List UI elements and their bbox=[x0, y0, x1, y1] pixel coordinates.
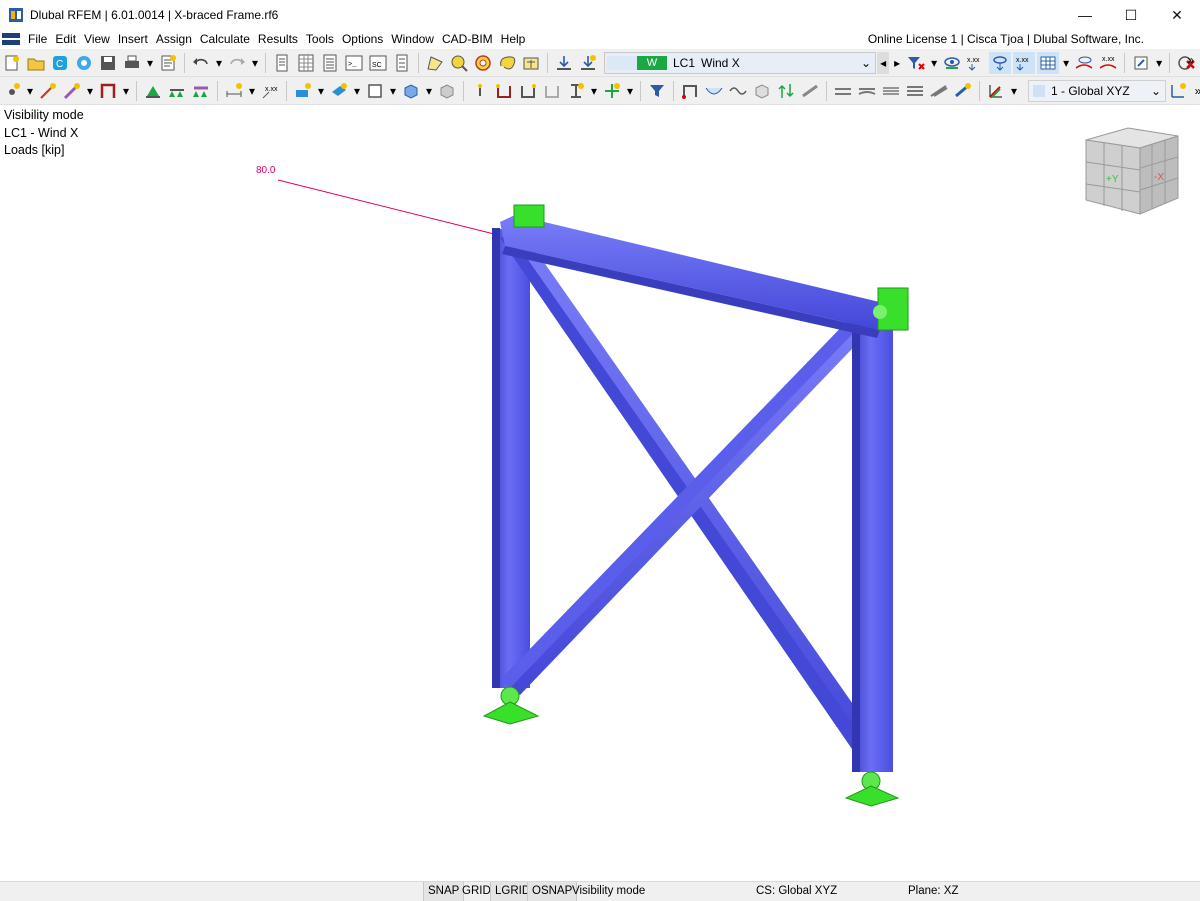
left-column-flange bbox=[492, 228, 500, 688]
brace-right-left-shade bbox=[500, 310, 866, 688]
support-top-right-ball bbox=[873, 305, 887, 319]
view-cube[interactable]: +Y -X bbox=[1082, 126, 1182, 218]
status-work-plane: Plane: XZ bbox=[904, 882, 963, 901]
support-bottom-left[interactable] bbox=[484, 702, 538, 724]
load-arrow bbox=[278, 180, 502, 236]
support-top-left[interactable] bbox=[514, 205, 544, 227]
load-value-label: 80.0 bbox=[256, 165, 276, 176]
frame-model-graphic[interactable]: 80.0 bbox=[0, 0, 1200, 900]
status-mode: Visibility mode bbox=[568, 882, 649, 901]
status-coordinate-system: CS: Global XYZ bbox=[752, 882, 841, 901]
view-cube-minus-x: -X bbox=[1154, 172, 1164, 183]
right-column-flange bbox=[852, 308, 860, 772]
support-bottom-right[interactable] bbox=[846, 786, 898, 806]
status-bar: SNAP GRID LGRID OSNAP Visibility mode CS… bbox=[0, 881, 1200, 901]
view-cube-plus-y: +Y bbox=[1106, 174, 1119, 185]
